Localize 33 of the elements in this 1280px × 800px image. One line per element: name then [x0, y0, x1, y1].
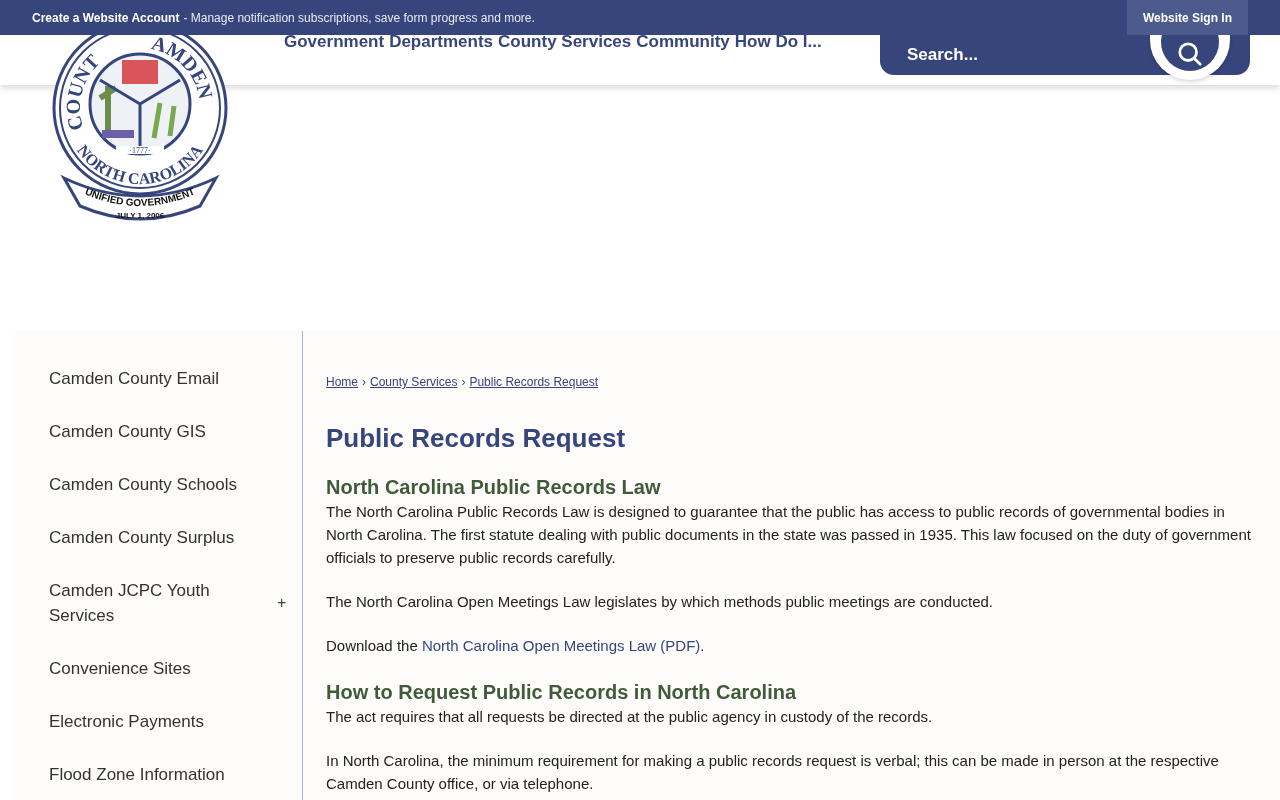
nav-link[interactable]: Departments: [389, 32, 494, 52]
body-paragraph: The act requires that all requests be directed at the public agency in custody of the records.: [326, 707, 934, 727]
sidebar-link[interactable]: Electronic Payments: [49, 709, 239, 734]
section-heading: How to Request Public Records in North Carolina: [326, 680, 798, 704]
body-paragraph: Download the North Carolina Open Meetings Law (PDF).: [326, 636, 706, 656]
sidebar-link[interactable]: Camden County Surplus: [49, 525, 239, 550]
breadcrumb-separator: ›: [461, 375, 466, 389]
expand-button[interactable]: +: [277, 594, 287, 612]
sidebar-link[interactable]: Camden County Email: [49, 366, 239, 391]
body-paragraph: The North Carolina Public Records Law is designed to guarantee that the public has access to public records of governmental bodies in North Carolina. The first statute dealing with public documents in the state was passed in 1935. This law focused on the duty of government officials to preserve public records carefully.: [326, 502, 1252, 568]
breadcrumb-link[interactable]: County Services: [370, 375, 458, 389]
create-account-link[interactable]: Create a Website Account: [32, 10, 180, 25]
sidebar-link[interactable]: Camden JCPC Youth Services: [49, 578, 239, 628]
nav-link[interactable]: Community: [636, 32, 730, 52]
search-icon: [1177, 41, 1203, 67]
sidebar-link[interactable]: Camden County GIS: [49, 419, 239, 444]
breadcrumb-link[interactable]: Public Records Request: [469, 375, 599, 389]
account-message: - Manage notification subscriptions, save form progress and more.: [183, 10, 535, 25]
sidebar-link[interactable]: Flood Zone Information: [49, 762, 239, 787]
nav-link[interactable]: How Do I...: [734, 32, 822, 52]
search-button[interactable]: [1150, 35, 1230, 80]
nav-link[interactable]: County Services: [498, 32, 632, 52]
page-title: Public Records Request: [326, 423, 627, 453]
section-heading: North Carolina Public Records Law: [326, 475, 662, 499]
nav-link[interactable]: Government: [284, 32, 385, 52]
sidebar-link[interactable]: Convenience Sites: [49, 656, 239, 681]
sidebar-link[interactable]: Camden County Schools: [49, 472, 239, 497]
body-paragraph: In North Carolina, the minimum requirement for making a public records request is verbal; this can be made in person at the respective Camden County office, or via telephone.: [326, 751, 1220, 794]
breadcrumb-link[interactable]: Home: [326, 375, 358, 389]
body-paragraph: The North Carolina Open Meetings Law legislates by which methods public meetings are conducted.: [326, 592, 995, 612]
sign-in-button[interactable]: Website Sign In: [1126, 0, 1248, 35]
search-input[interactable]: Search...: [905, 44, 1129, 66]
breadcrumb-separator: ›: [362, 375, 366, 389]
